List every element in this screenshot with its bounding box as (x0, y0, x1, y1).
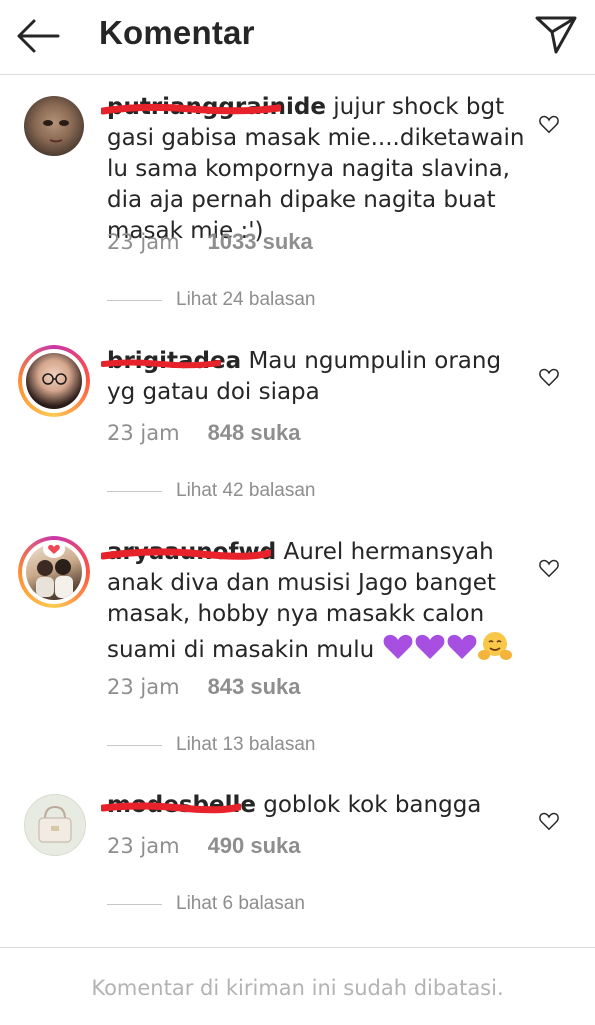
like-heart-icon[interactable] (538, 366, 560, 388)
likes-count[interactable]: 1033 suka (208, 229, 313, 254)
glasses-graphic (42, 373, 67, 385)
view-replies-link[interactable]: Lihat 6 balasan (107, 893, 305, 915)
comment-time: 23 jam (107, 834, 180, 858)
send-direct-icon[interactable] (534, 12, 578, 56)
replies-label: Lihat 24 balasan (176, 289, 316, 310)
purple-heart-icon (414, 632, 446, 669)
heart-badge-icon (43, 540, 65, 558)
avatar[interactable] (18, 536, 90, 608)
comment-username[interactable]: aryaaunofwd (101, 539, 276, 565)
like-heart-icon[interactable] (538, 557, 560, 579)
replies-label: Lihat 42 balasan (176, 480, 316, 501)
comment-meta: 23 jam 1033 suka (107, 229, 313, 255)
purple-heart-icon (446, 632, 478, 669)
comment-time: 23 jam (107, 230, 180, 254)
top-bar: Komentar (0, 0, 595, 75)
replies-divider (107, 299, 162, 301)
avatar-photo (26, 353, 82, 409)
avatar-photo (43, 120, 69, 143)
comment-text: aryaaunofwd Aurel hermansyah anak diva d… (101, 537, 527, 671)
page-title: Komentar (99, 14, 255, 51)
comment-meta: 23 jam 848 suka (107, 420, 301, 446)
view-replies-link[interactable]: Lihat 13 balasan (107, 734, 315, 756)
replies-divider (107, 490, 162, 492)
comment-meta: 23 jam 843 suka (107, 674, 301, 700)
likes-count[interactable]: 843 suka (208, 674, 301, 699)
comment-time: 23 jam (107, 675, 180, 699)
back-arrow-icon[interactable] (16, 16, 60, 56)
comment-body: goblok kok bangga (255, 792, 482, 818)
comment-username[interactable]: brigitadea (101, 348, 241, 374)
replies-divider (107, 903, 162, 905)
comments-disabled-bar: Komentar di kiriman ini sudah dibatasi. (0, 947, 595, 1025)
comment-username[interactable]: putrianggrainide (101, 94, 326, 120)
replies-label: Lihat 13 balasan (176, 734, 316, 755)
likes-count[interactable]: 490 suka (208, 833, 301, 858)
view-replies-link[interactable]: Lihat 42 balasan (107, 480, 315, 502)
hugging-face-icon (477, 630, 512, 671)
avatar[interactable] (24, 96, 84, 156)
comment-username[interactable]: modesbelle (101, 792, 256, 818)
avatar[interactable] (24, 794, 86, 856)
avatar[interactable] (18, 345, 90, 417)
replies-divider (107, 744, 162, 746)
like-heart-icon[interactable] (538, 113, 560, 135)
comment-text: modesbelle goblok kok bangga (101, 790, 527, 821)
comment-time: 23 jam (107, 421, 180, 445)
comment-meta: 23 jam 490 suka (107, 833, 301, 859)
like-heart-icon[interactable] (538, 810, 560, 832)
comments-restricted-notice: Komentar di kiriman ini sudah dibatasi. (91, 976, 504, 1000)
likes-count[interactable]: 848 suka (208, 420, 301, 445)
comment-text: putrianggrainide jujur shock bgt gasi ga… (101, 92, 527, 247)
replies-label: Lihat 6 balasan (176, 893, 305, 914)
comment-text: brigitadea Mau ngumpulin orang yg gatau … (101, 346, 527, 408)
view-replies-link[interactable]: Lihat 24 balasan (107, 289, 315, 311)
handbag-photo (38, 805, 72, 843)
purple-heart-icon (382, 632, 414, 669)
